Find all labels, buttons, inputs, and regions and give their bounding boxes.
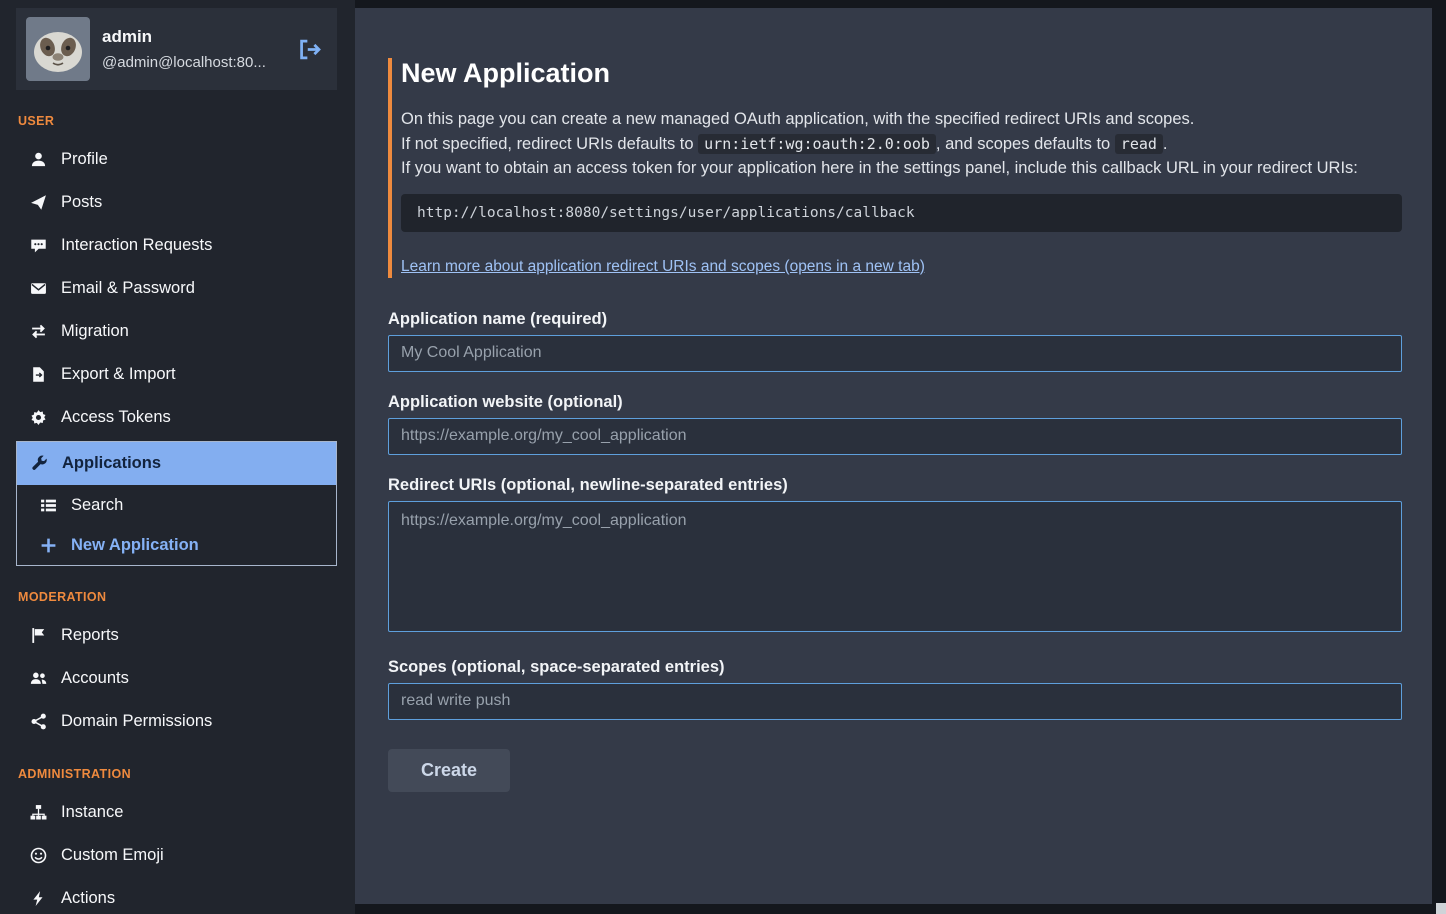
sidebar-item-label: Custom Emoji <box>61 846 164 865</box>
sidebar-item-label: Migration <box>61 322 129 341</box>
sidebar-item-profile[interactable]: Profile <box>16 138 337 181</box>
redirect-uris-label: Redirect URIs (optional, newline-separat… <box>388 476 1402 495</box>
intro-block: New Application On this page you can cre… <box>388 58 1402 278</box>
sidebar-item-migration[interactable]: Migration <box>16 310 337 353</box>
logout-button[interactable] <box>292 34 327 65</box>
sidebar-item-search[interactable]: Search <box>17 485 336 525</box>
share-nodes-icon <box>29 713 48 730</box>
section-label-moderation: MODERATION <box>18 590 337 604</box>
applications-submenu: Search New Application <box>17 485 336 565</box>
certificate-icon <box>29 409 48 426</box>
sidebar-item-label: Instance <box>61 803 123 822</box>
sidebar-item-label: Search <box>71 496 123 515</box>
sidebar-item-posts[interactable]: Posts <box>16 181 337 224</box>
application-name-label: Application name (required) <box>388 310 1402 329</box>
sloth-avatar-image <box>26 17 90 81</box>
main-panel: New Application On this page you can cre… <box>355 8 1432 904</box>
paper-plane-icon <box>29 194 48 211</box>
intro-line-1: On this page you can create a new manage… <box>401 107 1402 132</box>
section-label-user: USER <box>18 114 337 128</box>
sidebar-item-new-application[interactable]: New Application <box>17 525 336 565</box>
intro-line-2: If not specified, redirect URIs defaults… <box>401 132 1402 157</box>
intro-line-3: If you want to obtain an access token fo… <box>401 156 1402 181</box>
sidebar-item-email-password[interactable]: Email & Password <box>16 267 337 310</box>
moderation-nav: Reports Accounts Domain Permissions <box>16 614 337 743</box>
sidebar-item-label: Profile <box>61 150 108 169</box>
plus-icon <box>39 537 58 554</box>
sidebar-item-label: Actions <box>61 889 115 908</box>
callback-url-codeblock: http://localhost:8080/settings/user/appl… <box>401 194 1402 232</box>
exchange-icon <box>29 323 48 340</box>
section-label-administration: ADMINISTRATION <box>18 767 337 781</box>
sidebar-item-actions[interactable]: Actions <box>16 877 337 914</box>
sidebar-item-label: New Application <box>71 536 199 555</box>
smile-icon <box>29 847 48 864</box>
bolt-icon <box>29 890 48 907</box>
sidebar-item-label: Accounts <box>61 669 129 688</box>
envelope-icon <box>29 280 48 297</box>
user-card[interactable]: admin @admin@localhost:80... <box>16 8 337 90</box>
administration-nav: Instance Custom Emoji Actions <box>16 791 337 914</box>
learn-more-link[interactable]: Learn more about application redirect UR… <box>401 258 925 275</box>
list-icon <box>39 497 58 514</box>
sidebar-item-label: Export & Import <box>61 365 176 384</box>
redirect-uris-textarea[interactable] <box>388 501 1402 632</box>
intro-line-2-text-mid: , and scopes defaults to <box>936 135 1115 153</box>
comment-dots-icon <box>29 237 48 254</box>
application-website-label: Application website (optional) <box>388 393 1402 412</box>
scrollbar-corner <box>1436 903 1446 914</box>
create-button[interactable]: Create <box>388 749 510 792</box>
intro-line-2-text-post: . <box>1163 135 1168 153</box>
sidebar-item-access-tokens[interactable]: Access Tokens <box>16 396 337 439</box>
scopes-input[interactable] <box>388 683 1402 720</box>
users-icon <box>29 670 48 687</box>
sidebar-item-domain-permissions[interactable]: Domain Permissions <box>16 700 337 743</box>
avatar <box>26 17 90 81</box>
sidebar-item-accounts[interactable]: Accounts <box>16 657 337 700</box>
inline-code-oob: urn:ietf:wg:oauth:2.0:oob <box>698 134 936 154</box>
sidebar-item-label: Interaction Requests <box>61 236 212 255</box>
sidebar-item-label: Domain Permissions <box>61 712 212 731</box>
sidebar-item-export-import[interactable]: Export & Import <box>16 353 337 396</box>
user-nav: Profile Posts Interaction Requests Email… <box>16 138 337 566</box>
sidebar-item-label: Posts <box>61 193 102 212</box>
application-name-input[interactable] <box>388 335 1402 372</box>
sidebar-item-applications[interactable]: Applications <box>17 442 336 485</box>
applications-group: Applications Search New Application <box>16 441 337 566</box>
application-name-field-group: Application name (required) <box>388 310 1402 372</box>
user-icon <box>29 151 48 168</box>
sidebar-item-reports[interactable]: Reports <box>16 614 337 657</box>
sidebar-item-label: Email & Password <box>61 279 195 298</box>
intro-line-2-text-pre: If not specified, redirect URIs defaults… <box>401 135 698 153</box>
sidebar-item-instance[interactable]: Instance <box>16 791 337 834</box>
sidebar-item-label: Access Tokens <box>61 408 171 427</box>
sidebar-item-label: Applications <box>62 454 161 473</box>
scopes-field-group: Scopes (optional, space-separated entrie… <box>388 658 1402 720</box>
new-application-form: Application name (required) Application … <box>388 310 1402 792</box>
sidebar-item-interaction-requests[interactable]: Interaction Requests <box>16 224 337 267</box>
sitemap-icon <box>29 804 48 821</box>
user-handle: @admin@localhost:80... <box>102 54 280 71</box>
application-website-input[interactable] <box>388 418 1402 455</box>
page-title: New Application <box>401 58 1402 89</box>
user-meta: admin @admin@localhost:80... <box>102 27 280 71</box>
application-website-field-group: Application website (optional) <box>388 393 1402 455</box>
sidebar-item-label: Reports <box>61 626 119 645</box>
scopes-label: Scopes (optional, space-separated entrie… <box>388 658 1402 677</box>
sidebar: admin @admin@localhost:80... USER Profil… <box>0 0 355 914</box>
inline-code-read: read <box>1115 134 1163 154</box>
redirect-uris-field-group: Redirect URIs (optional, newline-separat… <box>388 476 1402 637</box>
sign-out-icon <box>298 38 321 61</box>
sidebar-item-custom-emoji[interactable]: Custom Emoji <box>16 834 337 877</box>
wrench-icon <box>30 455 49 472</box>
file-export-icon <box>29 366 48 383</box>
flag-icon <box>29 627 48 644</box>
user-name: admin <box>102 27 280 47</box>
